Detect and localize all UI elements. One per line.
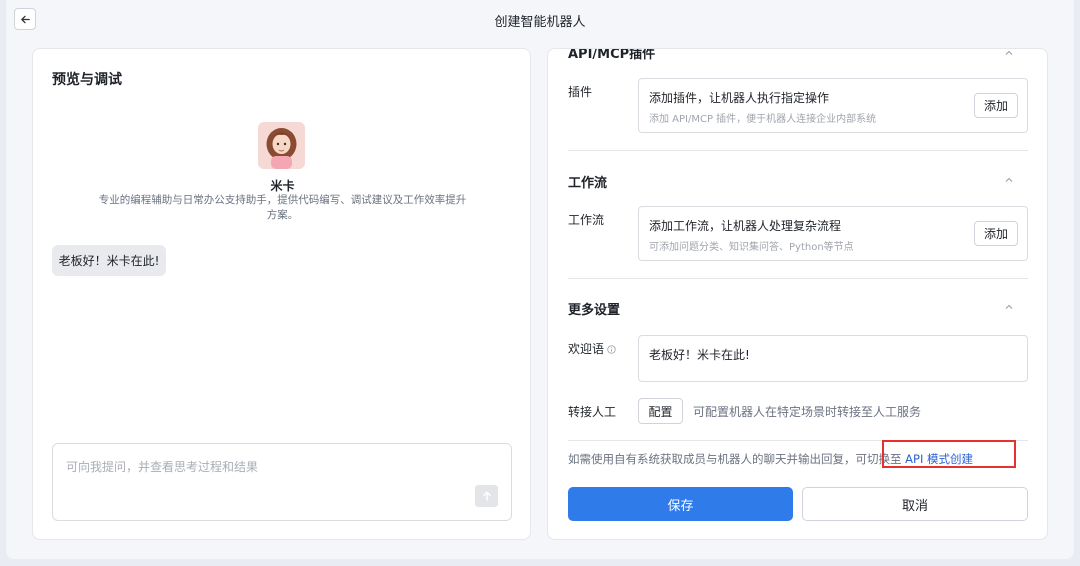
plugin-label: 插件: [568, 85, 593, 99]
chevron-up-icon[interactable]: [1003, 48, 1015, 59]
info-icon[interactable]: [607, 345, 616, 354]
workflow-label: 工作流: [568, 213, 605, 227]
preview-panel: 预览与调试 米卡 专业的编程辅助与日常办公支持助手，提供代码编写、调试建议及工作…: [32, 48, 531, 540]
chat-input[interactable]: 可向我提问，并查看思考过程和结果: [52, 443, 512, 521]
welcome-textarea[interactable]: 老板好！米卡在此!: [638, 335, 1028, 382]
page-title: 创建智能机器人: [494, 15, 586, 30]
cancel-button[interactable]: 取消: [802, 487, 1028, 521]
add-plugin-button[interactable]: 添加: [974, 93, 1018, 118]
plugin-box: 添加插件，让机器人执行指定操作 添加 API/MCP 插件，便于机器人连接企业内…: [638, 78, 1028, 133]
highlight-box: [882, 440, 1016, 468]
divider: [568, 278, 1028, 279]
save-button[interactable]: 保存: [568, 487, 793, 521]
chevron-up-icon[interactable]: [1003, 301, 1015, 313]
plugin-main-text: 添加插件，让机器人执行指定操作: [649, 91, 830, 105]
send-button[interactable]: [475, 485, 498, 507]
transfer-label: 转接人工: [568, 405, 617, 419]
welcome-text: 老板好！米卡在此!: [649, 348, 750, 362]
more-settings-section-title: 更多设置: [568, 303, 621, 318]
preview-title: 预览与调试: [52, 72, 122, 88]
chevron-up-icon[interactable]: [1003, 174, 1015, 186]
plugin-sub-text: 添加 API/MCP 插件，便于机器人连接企业内部系统: [649, 114, 877, 125]
configure-transfer-button[interactable]: 配置: [638, 398, 683, 424]
api-mode-note-text: 如需使用自有系统获取成员与机器人的聊天并输出回复，可切换至: [568, 452, 906, 466]
config-panel: API/MCP插件 插件 添加插件，让机器人执行指定操作 添加 API/MCP …: [547, 48, 1048, 540]
greeting-message-bubble: 老板好！米卡在此!: [52, 245, 166, 276]
transfer-description: 可配置机器人在特定场景时转接至人工服务: [693, 405, 922, 419]
welcome-label-row: 欢迎语: [568, 340, 616, 357]
welcome-label: 欢迎语: [568, 342, 605, 356]
workflow-section-title: 工作流: [568, 176, 608, 191]
divider: [568, 150, 1028, 151]
arrow-up-icon: [482, 491, 491, 501]
api-plugin-section-title: API/MCP插件: [568, 48, 656, 62]
workflow-box: 添加工作流，让机器人处理复杂流程 可添加问题分类、知识集问答、Python等节点…: [638, 206, 1028, 261]
add-workflow-button[interactable]: 添加: [974, 221, 1018, 246]
bot-name: 米卡: [270, 179, 295, 193]
bot-description: 专业的编程辅助与日常办公支持助手，提供代码编写、调试建议及工作效率提升方案。: [98, 194, 467, 221]
bot-avatar: [258, 122, 305, 169]
workflow-sub-text: 可添加问题分类、知识集问答、Python等节点: [649, 242, 854, 253]
workflow-main-text: 添加工作流，让机器人处理复杂流程: [649, 219, 842, 233]
chat-input-placeholder: 可向我提问，并查看思考过程和结果: [66, 460, 259, 474]
